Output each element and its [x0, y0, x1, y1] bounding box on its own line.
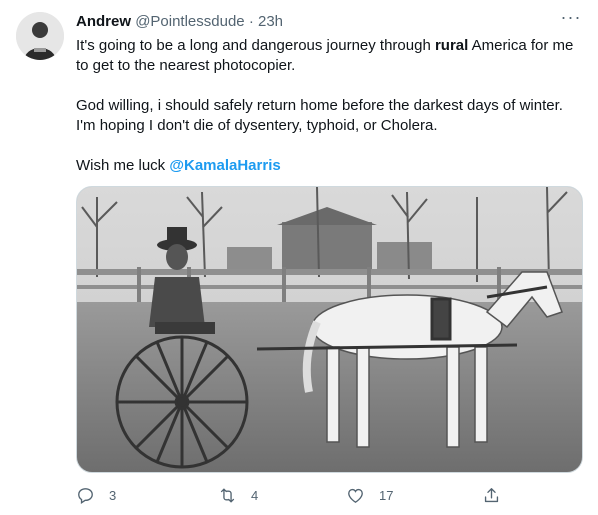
tweet-text: It's going to be a long and dangerous jo…	[76, 36, 582, 176]
like-button[interactable]: 17	[346, 483, 393, 507]
text-segment: Wish me luck	[76, 157, 170, 174]
tweet-paragraph-3: Wish me luck @KamalaHarris	[76, 156, 582, 176]
reply-button[interactable]: 3	[76, 483, 116, 507]
retweet-button[interactable]: 4	[218, 483, 258, 507]
tweet-paragraph-1: It's going to be a long and dangerous jo…	[76, 36, 582, 76]
tweet-paragraph-2: God willing, i should safely return home…	[76, 97, 563, 134]
tweet-photo[interactable]	[76, 186, 583, 473]
author-handle[interactable]: @Pointlessdude	[135, 13, 244, 30]
more-options-button[interactable]: ···	[560, 7, 582, 30]
retweet-icon	[220, 487, 235, 503]
share-button[interactable]	[482, 483, 515, 507]
tweet-header: Andrew @Pointlessdude · 23h	[76, 12, 582, 32]
author-name[interactable]: Andrew	[76, 13, 131, 30]
tweet[interactable]: Andrew @Pointlessdude · 23h ··· It's goi…	[0, 0, 598, 515]
reply-icon	[78, 487, 93, 504]
separator-dot: ·	[248, 13, 254, 30]
tweet-actions: 3 4 17	[76, 483, 506, 507]
mention-link[interactable]: @KamalaHarris	[169, 157, 280, 174]
bold-word: rural	[434, 37, 469, 54]
like-count: 17	[379, 487, 394, 503]
timestamp[interactable]: 23h	[258, 13, 283, 30]
reply-count: 3	[109, 487, 117, 503]
heart-icon	[348, 488, 363, 503]
retweet-count: 4	[251, 487, 259, 503]
share-icon	[484, 487, 499, 502]
text-segment: It's going to be a long and dangerous jo…	[76, 37, 435, 54]
avatar[interactable]	[16, 12, 64, 60]
ellipsis-icon: ···	[560, 7, 582, 27]
